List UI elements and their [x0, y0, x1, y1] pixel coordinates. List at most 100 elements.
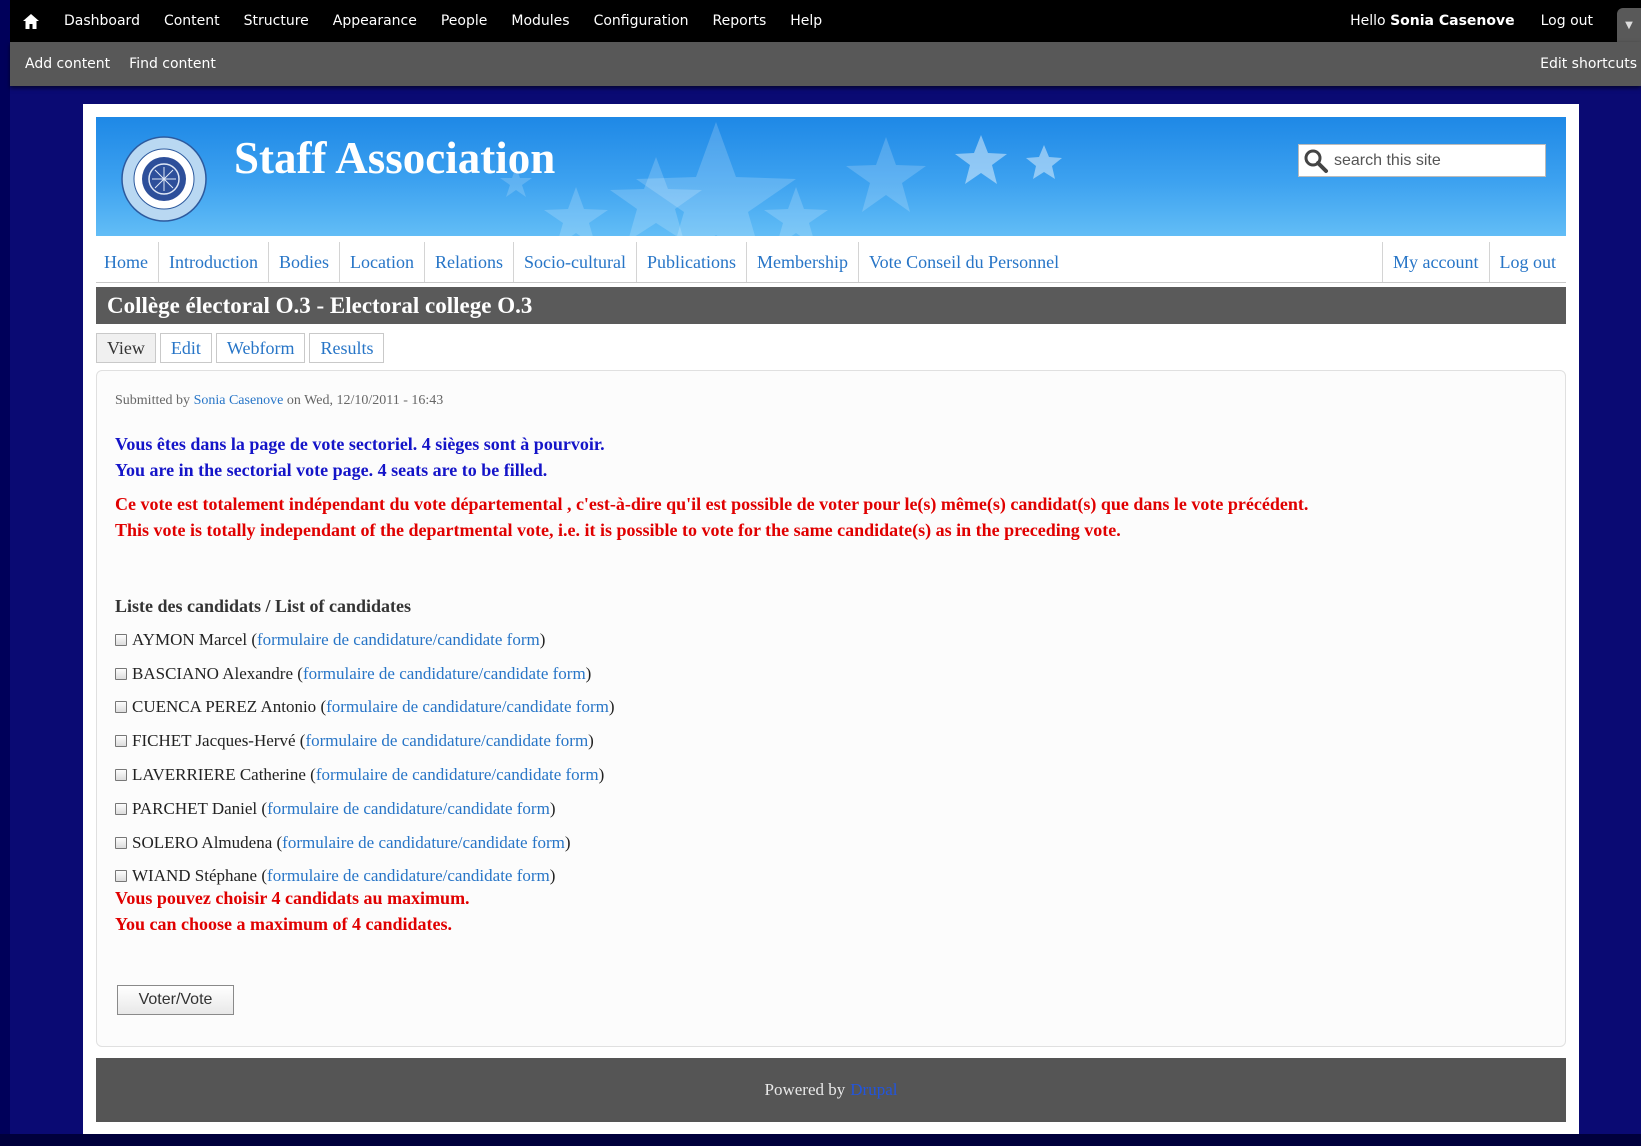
window-left-edge [0, 0, 10, 1146]
tab-webform[interactable]: Webform [215, 333, 306, 363]
home-icon[interactable] [10, 0, 52, 42]
candidate-checkbox[interactable] [115, 633, 127, 646]
candidate-name: AYMON Marcel [132, 629, 248, 649]
candidate-name: CUENCA PEREZ Antonio [132, 697, 317, 717]
candidate-option: CUENCA PEREZ Antonio (formulaire de cand… [115, 691, 615, 725]
admin-toolbar-menu: Dashboard Content Structure Appearance P… [10, 0, 1641, 42]
user-greeting: Hello Sonia Casenove [1350, 13, 1515, 29]
candidate-form-link[interactable]: formulaire de candidature/candidate form [257, 630, 540, 650]
menu-location[interactable]: Location [339, 242, 424, 282]
shortcut-add-content[interactable]: Add content [25, 56, 110, 72]
toolbar-reports[interactable]: Reports [713, 13, 767, 29]
toolbar-modules[interactable]: Modules [511, 13, 569, 29]
candidate-option: SOLERO Almudena (formulaire de candidatu… [115, 826, 615, 860]
local-tabs: View Edit Webform Results [96, 333, 388, 363]
menu-relations[interactable]: Relations [423, 242, 513, 282]
hello-prefix: Hello [1350, 13, 1386, 29]
menu-membership[interactable]: Membership [745, 242, 858, 282]
candidate-option: AYMON Marcel (formulaire de candidature/… [115, 623, 615, 657]
max-choice-note: Vous pouvez choisir 4 candidats au maxim… [115, 885, 470, 937]
main-menu-right: My account Log out [1382, 242, 1566, 282]
toolbar-user-area: Hello Sonia Casenove Log out [1350, 0, 1593, 42]
search-icon [1304, 149, 1328, 173]
menu-my-account[interactable]: My account [1382, 242, 1488, 282]
candidate-option: PARCHET Daniel (formulaire de candidatur… [115, 792, 615, 826]
candidate-form-link[interactable]: formulaire de candidature/candidate form [316, 765, 599, 785]
menu-log-out[interactable]: Log out [1488, 242, 1567, 282]
candidate-form-link[interactable]: formulaire de candidature/candidate form [303, 664, 586, 684]
note-fr: Ce vote est totalement indépendant du vo… [115, 494, 1309, 514]
intro-fr: Vous êtes dans la page de vote sectoriel… [115, 434, 605, 454]
drupal-link[interactable]: Drupal [850, 1080, 897, 1100]
admin-toolbar: Dashboard Content Structure Appearance P… [10, 0, 1641, 86]
submitted-date: on Wed, 12/10/2011 - 16:43 [286, 393, 444, 408]
toolbar-content[interactable]: Content [164, 13, 220, 29]
main-menu-left: Home Introduction Bodies Location Relati… [96, 242, 1069, 282]
independence-note: Ce vote est totalement indépendant du vo… [115, 491, 1435, 543]
chevron-down-icon: ▼ [1625, 19, 1633, 31]
menu-introduction[interactable]: Introduction [158, 242, 268, 282]
candidate-name: BASCIANO Alexandre [132, 663, 294, 683]
node-content: Submitted by Sonia Casenove on Wed, 12/1… [96, 370, 1566, 1047]
vote-button[interactable]: Voter/Vote [117, 985, 234, 1015]
candidate-checkbox[interactable] [115, 836, 127, 849]
toolbar-help[interactable]: Help [790, 13, 822, 29]
candidate-checkbox[interactable] [115, 667, 127, 680]
toolbar-logout-link[interactable]: Log out [1541, 13, 1593, 29]
candidate-option: FICHET Jacques-Hervé (formulaire de cand… [115, 724, 615, 758]
intro-en: You are in the sectorial vote page. 4 se… [115, 460, 548, 480]
menu-socio-cultural[interactable]: Socio-cultural [512, 242, 636, 282]
candidate-checkbox[interactable] [115, 701, 127, 714]
window-bottom-edge [0, 1134, 1641, 1146]
tab-edit[interactable]: Edit [159, 333, 212, 363]
author-link[interactable]: Sonia Casenove [194, 393, 284, 408]
shortcuts-toggle[interactable]: ▼ [1617, 8, 1641, 42]
candidate-option: BASCIANO Alexandre (formulaire de candid… [115, 657, 615, 691]
max-fr: Vous pouvez choisir 4 candidats au maxim… [115, 888, 470, 908]
menu-publications[interactable]: Publications [635, 242, 746, 282]
note-en: This vote is totally independant of the … [115, 520, 1121, 540]
site-footer: Powered by Drupal [96, 1058, 1566, 1122]
candidate-form-link[interactable]: formulaire de candidature/candidate form [267, 799, 550, 819]
toolbar-configuration[interactable]: Configuration [594, 13, 689, 29]
candidate-checkbox[interactable] [115, 769, 127, 782]
submitted-prefix: Submitted by [115, 393, 191, 408]
menu-home[interactable]: Home [96, 242, 158, 282]
user-name[interactable]: Sonia Casenove [1390, 13, 1515, 29]
candidate-checkbox[interactable] [115, 802, 127, 815]
search-input[interactable] [1332, 150, 1536, 171]
candidate-list: AYMON Marcel (formulaire de candidature/… [115, 623, 615, 893]
candidate-form-link[interactable]: formulaire de candidature/candidate form [326, 697, 609, 717]
candidate-checkbox[interactable] [115, 870, 127, 883]
toolbar-structure[interactable]: Structure [244, 13, 309, 29]
page-wrapper: Staff Association Home Introduction Bodi… [83, 104, 1579, 1134]
toolbar-appearance[interactable]: Appearance [333, 13, 417, 29]
shortcut-find-content[interactable]: Find content [129, 56, 216, 72]
toolbar-people[interactable]: People [441, 13, 488, 29]
candidate-name: LAVERRIERE Catherine [132, 765, 306, 785]
candidate-name: PARCHET Daniel [132, 798, 258, 818]
candidate-form-link[interactable]: formulaire de candidature/candidate form [267, 866, 550, 886]
candidate-checkbox[interactable] [115, 735, 127, 748]
shortcuts-bar: Add content Find content Edit shortcuts [10, 42, 1641, 86]
candidate-name: WIAND Stéphane [132, 866, 258, 886]
staff-association-logo[interactable] [121, 136, 207, 222]
toolbar-dashboard[interactable]: Dashboard [64, 13, 140, 29]
max-en: You can choose a maximum of 4 candidates… [115, 914, 453, 934]
candidate-name: FICHET Jacques-Hervé [132, 731, 296, 751]
tab-results[interactable]: Results [309, 333, 385, 363]
search-box[interactable] [1298, 144, 1546, 177]
site-header: Staff Association [96, 117, 1566, 236]
submitted-info: Submitted by Sonia Casenove on Wed, 12/1… [115, 393, 443, 409]
intro-text: Vous êtes dans la page de vote sectoriel… [115, 431, 605, 483]
tab-view[interactable]: View [96, 333, 156, 363]
candidates-heading: Liste des candidats / List of candidates [115, 596, 412, 616]
main-menu: Home Introduction Bodies Location Relati… [96, 242, 1566, 283]
menu-bodies[interactable]: Bodies [267, 242, 339, 282]
candidate-name: SOLERO Almudena [132, 832, 273, 852]
edit-shortcuts-link[interactable]: Edit shortcuts [1540, 56, 1637, 72]
candidate-form-link[interactable]: formulaire de candidature/candidate form [305, 731, 588, 751]
menu-vote-conseil[interactable]: Vote Conseil du Personnel [857, 242, 1069, 282]
site-name[interactable]: Staff Association [234, 132, 555, 184]
candidate-form-link[interactable]: formulaire de candidature/candidate form [282, 833, 565, 853]
